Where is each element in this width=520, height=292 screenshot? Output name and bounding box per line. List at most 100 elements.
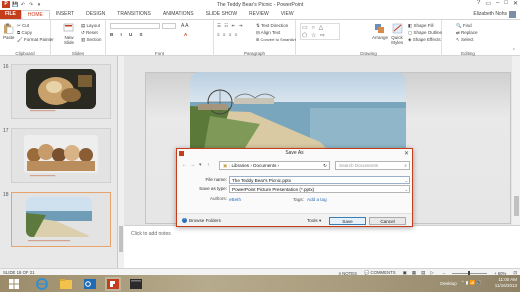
font-size-combo[interactable]	[162, 23, 176, 29]
font-name-combo[interactable]	[110, 23, 160, 29]
slide-scrollbar[interactable]	[512, 56, 520, 225]
user-account[interactable]: Elizabeth Nohs	[473, 10, 516, 19]
tab-review[interactable]: REVIEW	[243, 10, 275, 19]
arrange-icon[interactable]	[374, 23, 385, 34]
shape-outline-button[interactable]: ▢ Shape Outline	[408, 30, 442, 36]
powerpoint-taskbar-icon[interactable]	[105, 276, 121, 291]
cut-button[interactable]: ✂ Cut	[17, 23, 29, 29]
arrange-button[interactable]: Arrange	[372, 35, 388, 40]
start-icon[interactable]	[6, 277, 22, 291]
copy-button[interactable]: ⧉ Copy	[17, 30, 32, 35]
shape-outline-label: Shape Outline	[413, 30, 443, 35]
tab-home[interactable]: HOME	[20, 10, 50, 19]
recent-locations-icon[interactable]: ▾	[199, 162, 202, 168]
list-buttons-icon[interactable]: ☰ ☷ ⇤ ⇥	[217, 23, 243, 29]
reset-label: Reset	[86, 30, 98, 35]
new-slide-icon[interactable]	[63, 23, 74, 34]
breadcrumb-documents[interactable]: Documents	[253, 163, 276, 168]
refresh-icon[interactable]: ↻	[323, 162, 327, 170]
forward-icon[interactable]: →	[190, 162, 195, 168]
thumbnail-scrollbar-thumb[interactable]	[119, 226, 123, 252]
find-button[interactable]: 🔍 Find	[456, 23, 472, 29]
save-type-row: Save as type: PowerPoint Picture Present…	[181, 185, 410, 193]
format-painter-icon: 🖌	[17, 37, 24, 42]
new-slide-button[interactable]: New Slide	[62, 35, 76, 45]
text-direction-button[interactable]: ⇅ Text Direction	[256, 23, 288, 29]
font-format-buttons[interactable]: B I U S	[110, 32, 146, 37]
tab-design[interactable]: DESIGN	[80, 10, 111, 19]
shape-effects-button[interactable]: ◈ Shape Effects	[408, 37, 441, 43]
tab-view[interactable]: VIEW	[275, 10, 300, 19]
shape-fill-button[interactable]: ◧ Shape Fill	[408, 23, 434, 29]
collapse-ribbon-icon[interactable]: ⌃	[512, 48, 516, 54]
user-name: Elizabeth Nohs	[473, 11, 507, 17]
up-folder-icon[interactable]: ↑	[207, 162, 210, 168]
breadcrumb-libraries[interactable]: Libraries	[231, 163, 249, 168]
ribbon-display-icon[interactable]: ▭	[485, 0, 491, 7]
layout-button[interactable]: ▤ Layout	[81, 23, 100, 29]
slide-scrollbar-thumb[interactable]	[513, 196, 519, 216]
quick-styles-button[interactable]: Quick Styles	[390, 35, 404, 45]
browse-folders-toggle[interactable]: ⌃ Browse Folders	[182, 218, 221, 223]
clock[interactable]: 11:00 AM 11/16/2013	[495, 277, 517, 289]
tab-slide-show[interactable]: SLIDE SHOW	[200, 10, 243, 19]
file-name-input[interactable]: The Teddy Bear's Picnic.pptx ⌄	[229, 176, 410, 184]
internet-explorer-icon[interactable]	[34, 277, 50, 291]
paste-button[interactable]: Paste	[3, 35, 15, 40]
quick-styles-icon[interactable]	[392, 23, 403, 34]
slide-thumbnail-18[interactable]: ━━━━━━━━━━━━━━━━━━━━	[11, 192, 111, 247]
tab-file[interactable]: FILE	[0, 10, 21, 19]
maximize-button[interactable]: □	[504, 0, 508, 7]
slide-16-photo	[26, 69, 96, 109]
replace-button[interactable]: ⇄ Replace	[456, 30, 478, 36]
tools-dropdown[interactable]: Tools ▾	[307, 218, 321, 224]
align-buttons-icon[interactable]: ≡ ≡ ≡ ≡	[217, 32, 238, 37]
slide-thumbnail-16[interactable]: ━━━━━━━━━━━━	[11, 64, 111, 119]
outlook-icon[interactable]	[82, 277, 98, 291]
address-bar[interactable]: ▣ › Libraries › Documents › ↻	[219, 161, 330, 170]
chevron-down-icon[interactable]: ⌄	[405, 177, 408, 184]
help-icon[interactable]: ?	[477, 0, 480, 7]
authors-value[interactable]: eBeth	[229, 197, 241, 202]
save-type-select[interactable]: PowerPoint Picture Presentation (*.pptx)…	[229, 185, 410, 193]
cancel-button[interactable]: Cancel	[369, 216, 406, 225]
paste-icon[interactable]	[3, 23, 14, 34]
desktop-toolbar[interactable]: Desktop	[440, 281, 457, 286]
save-button[interactable]: Save	[329, 216, 366, 225]
slide-thumbnail-17[interactable]: ━━━━━━━━━━━━	[11, 128, 111, 183]
tab-insert[interactable]: INSERT	[50, 10, 80, 19]
chevron-down-icon[interactable]: ⌄	[405, 186, 408, 193]
dialog-close-button[interactable]: ✕	[404, 150, 409, 157]
status-bar: SLIDE 18 OF 21 ≡ NOTES 💬 COMMENTS ▣ ▦ ▤ …	[0, 268, 520, 276]
tab-transitions[interactable]: TRANSITIONS	[111, 10, 157, 19]
convert-smartart-button[interactable]: ⊞ Convert to SmartArt	[256, 37, 296, 42]
minimize-button[interactable]: –	[496, 0, 499, 7]
select-button[interactable]: ↖ Select	[456, 37, 474, 43]
metadata-row: Authors: eBeth Tags: Add a tag	[181, 195, 410, 203]
tags-input[interactable]: Add a tag	[307, 197, 327, 202]
tab-animations[interactable]: ANIMATIONS	[157, 10, 200, 19]
search-placeholder: Search Documents	[339, 163, 379, 168]
back-icon[interactable]: ←	[182, 162, 187, 168]
terminal-icon[interactable]	[128, 277, 144, 291]
replace-label: Replace	[461, 30, 478, 35]
reset-button[interactable]: ↺ Reset	[81, 30, 98, 36]
zoom-slider[interactable]	[452, 271, 488, 275]
close-button[interactable]: ✕	[513, 0, 518, 7]
notes-placeholder: Click to add notes	[131, 231, 171, 237]
file-explorer-icon[interactable]	[58, 277, 74, 291]
section-button[interactable]: ▥ Section	[81, 37, 102, 43]
search-documents-input[interactable]: Search Documents ⌕	[335, 161, 410, 170]
notes-pane[interactable]: Click to add notes	[124, 225, 520, 268]
align-text-button[interactable]: ⊟ Align Text	[256, 30, 280, 36]
tray-icons[interactable]: ⌃ ▮ 📶 🔊	[461, 280, 482, 286]
window-controls: ? ▭ – □ ✕	[477, 0, 518, 7]
section-label: Section	[86, 37, 102, 42]
save-as-dialog: Save As ✕ ← → ▾ ↑ ▣ › Libraries › Docume…	[176, 148, 413, 227]
slide-thumbnail-pane: 16 ━━━━━━━━━━━━ 17 ━━━━━━━━━━━━ 18 ━━━━━…	[0, 56, 118, 268]
grow-font-icon[interactable]: A A	[181, 23, 189, 29]
format-painter-button[interactable]: 🖌 Format Painter	[17, 37, 54, 43]
align-text-label: Align Text	[260, 30, 281, 35]
shapes-gallery[interactable]: ▭ ○ △ ⬠ ☆ ⇨	[300, 23, 340, 40]
font-color-icon[interactable]: A	[184, 32, 187, 37]
